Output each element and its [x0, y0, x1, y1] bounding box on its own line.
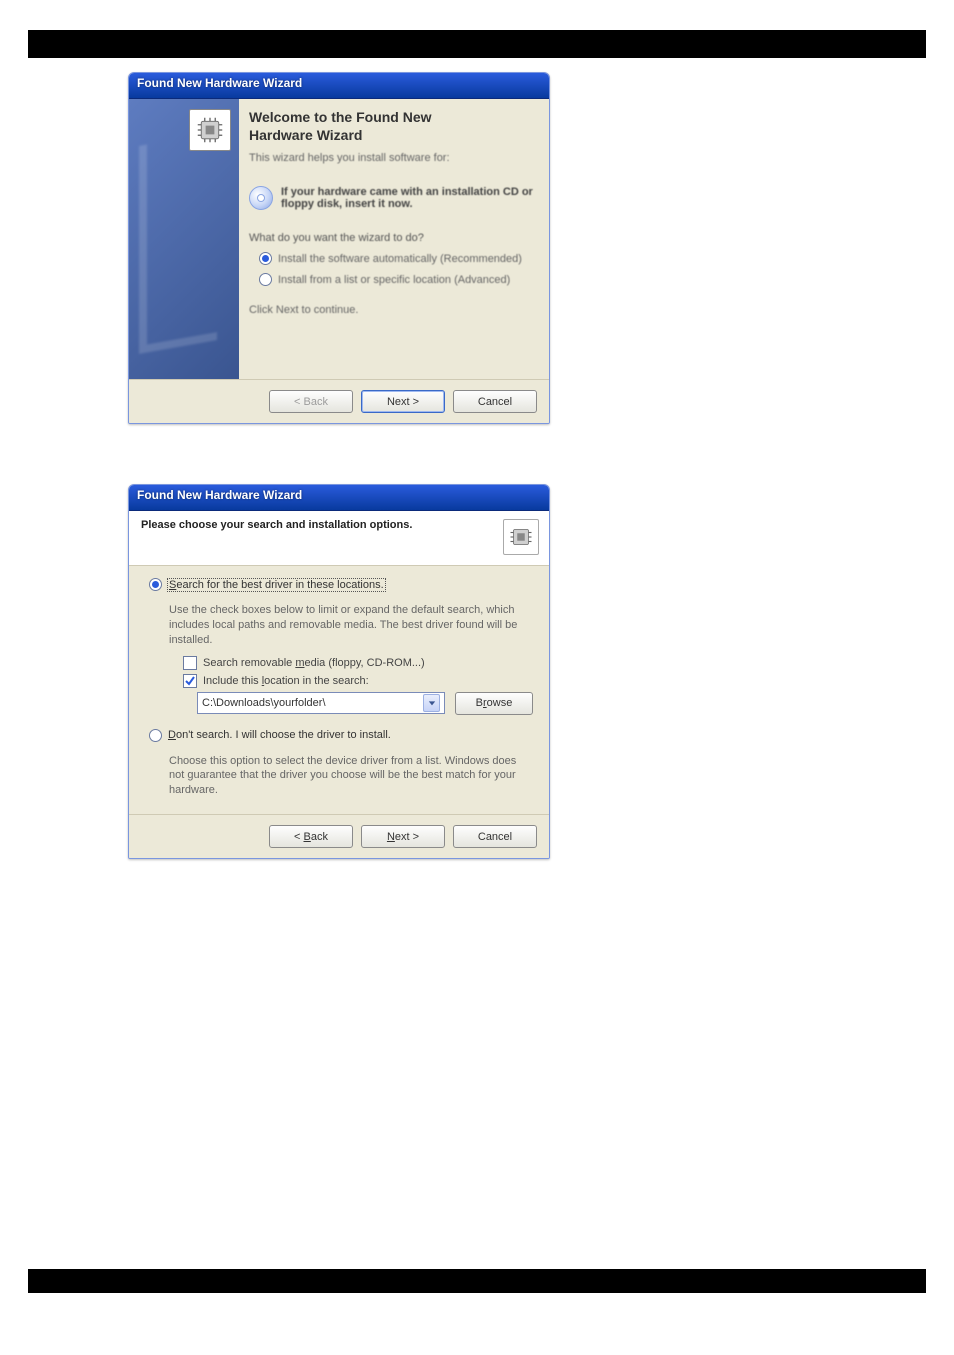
wizard-window-step2: Found New Hardware Wizard Please choose …	[128, 484, 550, 859]
button-row: < Back Next > Cancel	[129, 379, 549, 423]
cancel-button[interactable]: Cancel	[453, 825, 537, 848]
cancel-label: Cancel	[478, 831, 512, 843]
txt: B	[476, 697, 483, 709]
checkbox-icon	[183, 674, 197, 688]
continue-hint: Click Next to continue.	[249, 304, 535, 316]
wizard-sidebar	[129, 99, 239, 379]
txt: on't search. I will choose the driver to…	[176, 729, 391, 741]
button-row: < Back Next > Cancel	[129, 814, 549, 858]
option-search-text: earch for the best driver in these locat…	[176, 579, 383, 591]
next-label: Next >	[387, 831, 419, 843]
wizard-question: What do you want the wizard to do?	[249, 232, 535, 244]
subheader-title: Please choose your search and installati…	[141, 519, 412, 531]
txt: ack	[311, 831, 328, 843]
welcome-line2: Hardware Wizard	[249, 127, 362, 143]
txt: owse	[487, 697, 513, 709]
mnemonic-b: B	[304, 831, 311, 843]
txt: Include this	[203, 675, 262, 687]
radio-icon	[149, 578, 162, 591]
option-dont-label: Don't search. I will choose the driver t…	[168, 729, 391, 741]
txt: ocation in the search:	[264, 675, 369, 687]
window-title: Found New Hardware Wizard	[137, 76, 302, 90]
browse-button[interactable]: Browse	[455, 692, 533, 715]
sidebar-decoration	[139, 132, 217, 354]
check-include-location[interactable]: Include this location in the search:	[183, 674, 533, 688]
txt: ext >	[395, 831, 419, 843]
mnemonic-m: m	[295, 657, 304, 669]
option-dont-search[interactable]: Don't search. I will choose the driver t…	[149, 729, 533, 742]
next-label: Next >	[387, 396, 419, 408]
txt: <	[294, 831, 303, 843]
cd-hint: If your hardware came with an installati…	[249, 186, 535, 210]
radio-icon	[259, 252, 272, 265]
txt: Search removable	[203, 657, 295, 669]
spacer	[28, 919, 926, 1239]
option-search-desc: Use the check boxes below to limit or ex…	[169, 603, 533, 648]
option-dont-block: Choose this option to select the device …	[169, 750, 533, 807]
header-bar	[28, 30, 926, 58]
back-button[interactable]: < Back	[269, 825, 353, 848]
hardware-icon	[503, 519, 539, 555]
radio-icon	[149, 729, 162, 742]
option-advanced[interactable]: Install from a list or specific location…	[259, 273, 535, 286]
hardware-icon	[189, 109, 231, 151]
back-label: < Back	[294, 831, 328, 843]
wizard-right-panel: Welcome to the Found New Hardware Wizard…	[239, 99, 549, 379]
next-button[interactable]: Next >	[361, 825, 445, 848]
txt: edia (floppy, CD-ROM...)	[305, 657, 425, 669]
cd-icon	[249, 186, 273, 210]
option-dont-desc: Choose this option to select the device …	[169, 754, 533, 799]
wizard-body: Welcome to the Found New Hardware Wizard…	[129, 99, 549, 379]
path-combobox[interactable]: C:\Downloads\yourfolder\	[197, 692, 445, 714]
next-button[interactable]: Next >	[361, 390, 445, 413]
check-removable-label: Search removable media (floppy, CD-ROM..…	[203, 657, 425, 669]
back-button: < Back	[269, 390, 353, 413]
radio-icon	[259, 273, 272, 286]
cd-hint-text: If your hardware came with an installati…	[281, 186, 535, 210]
wizard-step1-group: Found New Hardware Wizard	[128, 72, 926, 424]
option-auto-label: Install the software automatically (Reco…	[278, 253, 522, 265]
option-search-block: Use the check boxes below to limit or ex…	[169, 599, 533, 715]
check-include-label: Include this location in the search:	[203, 675, 369, 687]
checkbox-icon	[183, 656, 197, 670]
wizard-step2-group: Found New Hardware Wizard Please choose …	[128, 484, 926, 859]
path-row: C:\Downloads\yourfolder\ Browse	[197, 692, 533, 715]
dropdown-caret-icon[interactable]	[423, 694, 440, 712]
wizard-window-step1: Found New Hardware Wizard	[128, 72, 550, 424]
intro-text: This wizard helps you install software f…	[249, 152, 535, 164]
mnemonic-n: N	[387, 831, 395, 843]
browse-label: Browse	[476, 697, 513, 709]
option-auto[interactable]: Install the software automatically (Reco…	[259, 252, 535, 265]
check-removable[interactable]: Search removable media (floppy, CD-ROM..…	[183, 656, 533, 670]
wizard-body: Search for the best driver in these loca…	[129, 566, 549, 814]
document-page: Found New Hardware Wizard	[0, 0, 954, 1333]
window-titlebar: Found New Hardware Wizard	[129, 73, 549, 99]
welcome-heading: Welcome to the Found New Hardware Wizard	[249, 109, 535, 144]
option-search[interactable]: Search for the best driver in these loca…	[149, 578, 533, 591]
cancel-button[interactable]: Cancel	[453, 390, 537, 413]
window-titlebar: Found New Hardware Wizard	[129, 485, 549, 511]
wizard-subheader: Please choose your search and installati…	[129, 511, 549, 566]
cancel-label: Cancel	[478, 396, 512, 408]
chip-icon	[509, 525, 533, 549]
path-value: C:\Downloads\yourfolder\	[202, 697, 326, 709]
window-title: Found New Hardware Wizard	[137, 488, 302, 502]
chip-icon	[196, 116, 224, 144]
option-advanced-label: Install from a list or specific location…	[278, 274, 510, 286]
welcome-line1: Welcome to the Found New	[249, 109, 432, 125]
back-label: < Back	[294, 396, 328, 408]
option-search-label: Search for the best driver in these loca…	[168, 579, 385, 591]
footer-bar	[28, 1269, 926, 1293]
mnemonic-d: D	[168, 729, 176, 741]
